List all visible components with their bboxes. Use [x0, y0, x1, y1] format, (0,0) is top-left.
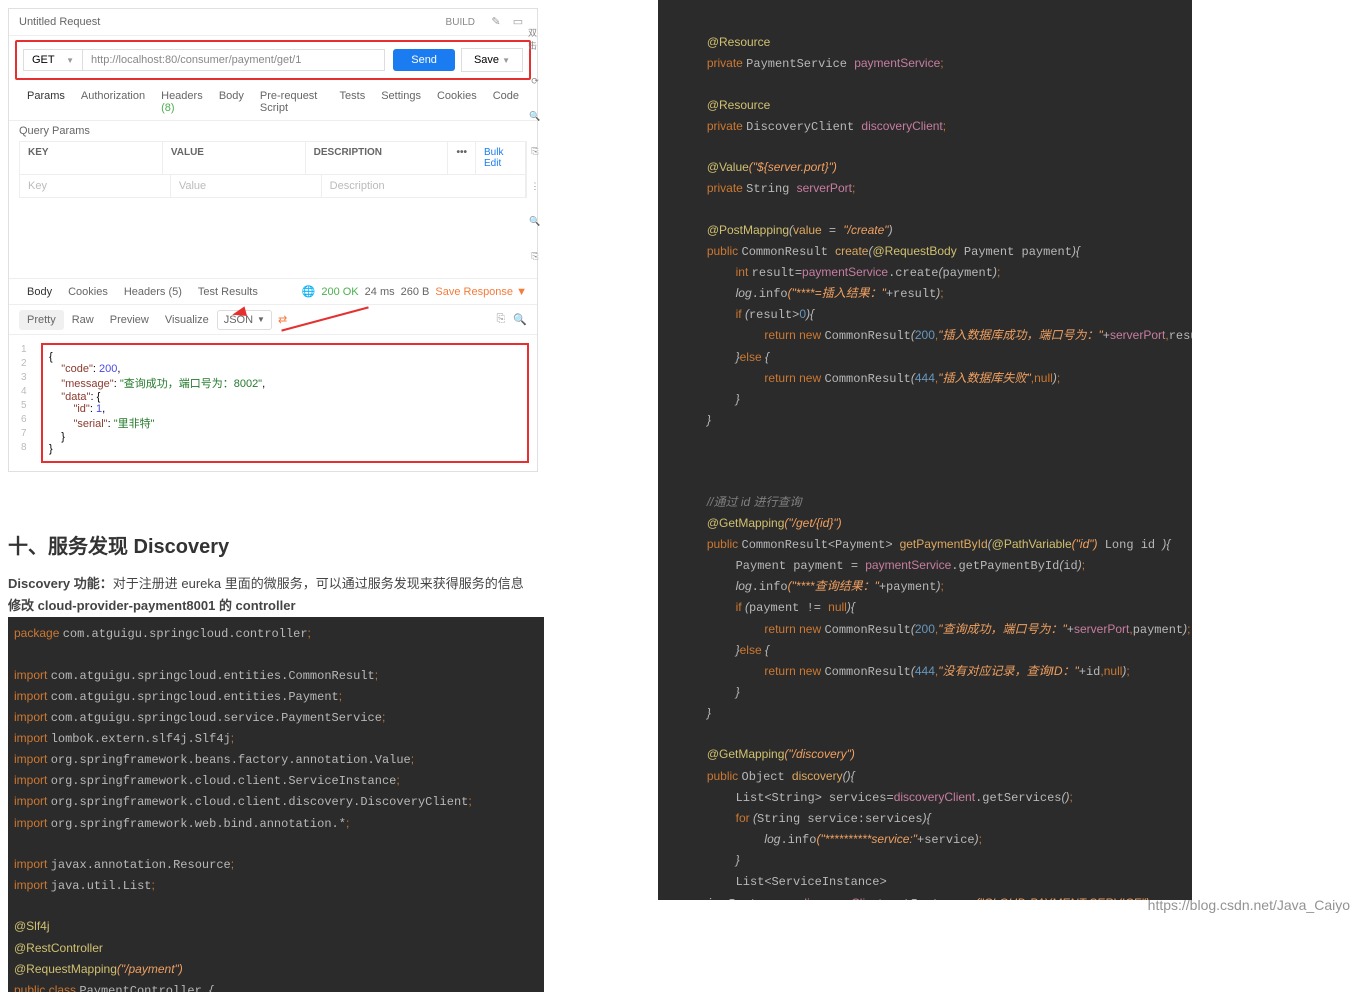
url-bar: GET▼ http://localhost:80/consumer/paymen…	[15, 40, 531, 80]
edit-icon[interactable]: ✎	[487, 15, 505, 29]
status-size: 260 B	[401, 286, 430, 298]
value-input[interactable]: Value	[171, 175, 322, 197]
tab-auth[interactable]: Authorization	[73, 84, 153, 120]
code-link[interactable]: Code	[485, 84, 527, 120]
tab-headers[interactable]: Headers (8)	[153, 84, 211, 120]
code-block-right: @Resource private PaymentService payment…	[658, 0, 1192, 900]
save-response[interactable]: Save Response ▼	[435, 286, 527, 298]
status-code: 200 OK	[321, 286, 358, 298]
save-button[interactable]: Save ▼	[461, 48, 523, 72]
th-more[interactable]: •••	[448, 142, 476, 174]
desc-input[interactable]: Description	[322, 175, 526, 197]
build-label[interactable]: BUILD	[446, 17, 475, 28]
url-input[interactable]: http://localhost:80/consumer/payment/get…	[83, 49, 385, 71]
status-time: 24 ms	[365, 286, 395, 298]
cookies-link[interactable]: Cookies	[429, 84, 485, 120]
view-pretty[interactable]: Pretty	[19, 310, 64, 330]
query-params-label: Query Params	[9, 121, 537, 141]
view-visualize[interactable]: Visualize	[157, 310, 217, 330]
bulk-edit[interactable]: Bulk Edit	[476, 142, 526, 174]
tab-settings[interactable]: Settings	[373, 84, 429, 120]
th-value: VALUE	[163, 142, 306, 174]
tab-params[interactable]: Params	[19, 84, 73, 120]
key-input[interactable]: Key	[20, 175, 171, 197]
tab-tests[interactable]: Tests	[332, 84, 374, 120]
view-preview[interactable]: Preview	[102, 310, 157, 330]
comment-icon[interactable]: ▭	[509, 15, 527, 29]
resp-body[interactable]: Body	[19, 286, 60, 298]
request-title: Untitled Request	[19, 16, 446, 28]
globe-icon[interactable]: 🌐	[302, 285, 316, 298]
resp-headers[interactable]: Headers (5)	[116, 286, 190, 298]
response-body: 12345678 { "code": 200, "message": "查询成功…	[9, 335, 537, 471]
search-icon[interactable]: 🔍	[513, 313, 527, 326]
side-toolbar: 双击 ⟳ 🔍 ⎘ ⋮ 🔍 ⎘	[528, 8, 542, 408]
para-1: Discovery 功能：对于注册进 eureka 里面的微服务，可以通过服务发…	[8, 573, 660, 595]
resp-cookies[interactable]: Cookies	[60, 286, 116, 298]
resp-tests[interactable]: Test Results	[190, 286, 266, 298]
view-raw[interactable]: Raw	[64, 310, 102, 330]
th-desc: DESCRIPTION	[306, 142, 449, 174]
th-key: KEY	[20, 142, 163, 174]
code-block-left: package com.atguigu.springcloud.controll…	[8, 617, 544, 992]
send-button[interactable]: Send	[393, 49, 455, 71]
postman-panel: Untitled Request BUILD ✎ ▭ GET▼ http://l…	[8, 8, 538, 472]
section-heading: 十、服务发现 Discovery	[8, 530, 660, 559]
para-2: 修改 cloud-provider-payment8001 的 controll…	[8, 595, 660, 617]
watermark: https://blog.csdn.net/Java_Caiyo	[1148, 897, 1350, 913]
copy-icon[interactable]: ⎘	[496, 313, 505, 326]
method-select[interactable]: GET▼	[23, 49, 83, 71]
tab-prereq[interactable]: Pre-request Script	[252, 84, 332, 120]
tab-body[interactable]: Body	[211, 84, 252, 120]
